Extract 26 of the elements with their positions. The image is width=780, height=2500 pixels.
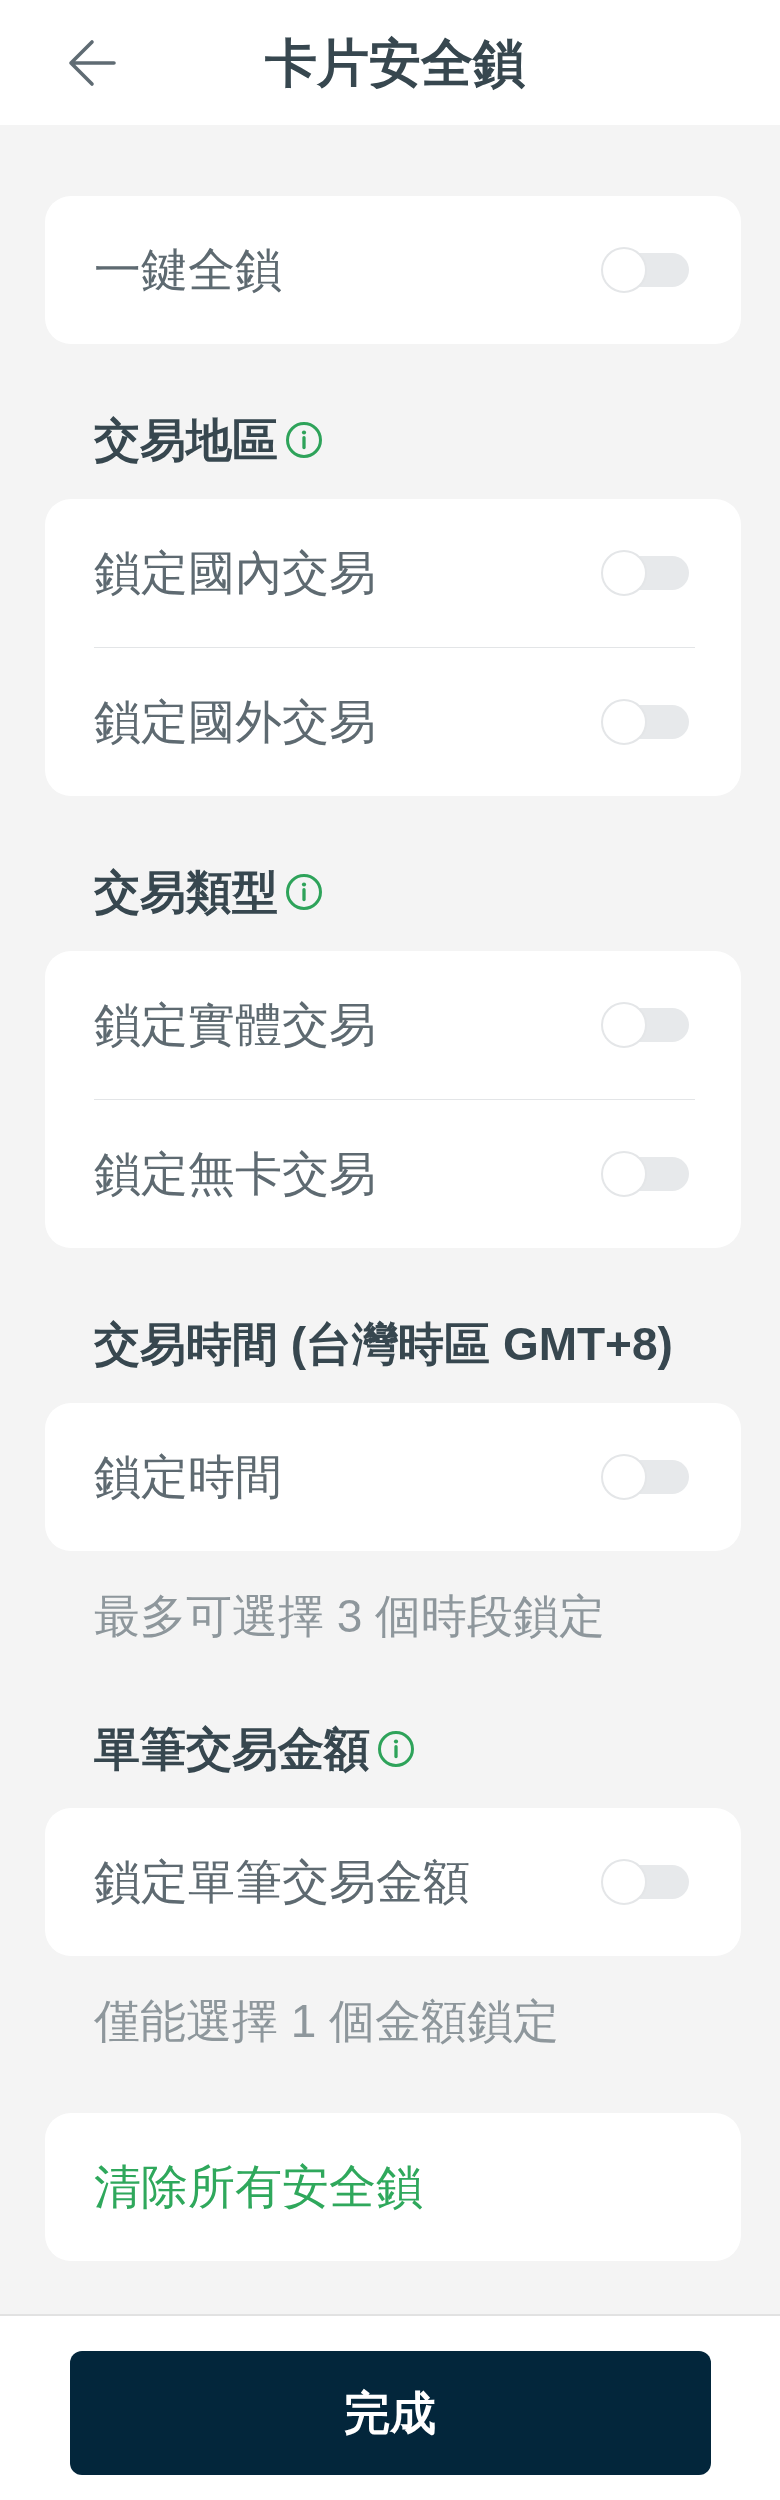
- section-heading: 單筆交易金額: [94, 1722, 370, 1777]
- done-button[interactable]: 完成: [69, 2351, 711, 2475]
- section-note: 僅能選擇 1 個金額鎖定: [94, 1998, 560, 2044]
- back-arrow-icon[interactable]: [68, 38, 116, 87]
- info-icon[interactable]: [286, 422, 322, 458]
- toggle-label: 一鍵全鎖: [94, 242, 282, 298]
- toggle-label: 鎖定無卡交易: [94, 1146, 376, 1202]
- toggle-switch[interactable]: [601, 1151, 689, 1197]
- section-heading: 交易地區: [94, 413, 278, 468]
- section-heading: 交易時間 (台灣時區 GMT+8): [94, 1317, 673, 1372]
- section-note: 最多可選擇 3 個時段鎖定: [94, 1593, 606, 1639]
- toggle-label: 鎖定國內交易: [94, 545, 376, 601]
- toggle-switch[interactable]: [601, 699, 689, 745]
- section-heading: 交易類型: [94, 865, 278, 920]
- info-icon[interactable]: [378, 1731, 414, 1767]
- toggle-switch[interactable]: [601, 550, 689, 596]
- toggle-switch[interactable]: [601, 247, 689, 293]
- toggle-label: 鎖定單筆交易金額: [94, 1854, 470, 1910]
- toggle-switch[interactable]: [601, 1859, 689, 1905]
- toggle-switch[interactable]: [601, 1002, 689, 1048]
- toggle-switch[interactable]: [601, 1454, 689, 1500]
- toggle-label: 鎖定時間: [94, 1449, 282, 1505]
- page-title: 卡片安全鎖: [265, 32, 525, 94]
- info-icon[interactable]: [286, 874, 322, 910]
- toggle-label: 鎖定國外交易: [94, 694, 376, 750]
- toggle-label: 鎖定實體交易: [94, 997, 376, 1053]
